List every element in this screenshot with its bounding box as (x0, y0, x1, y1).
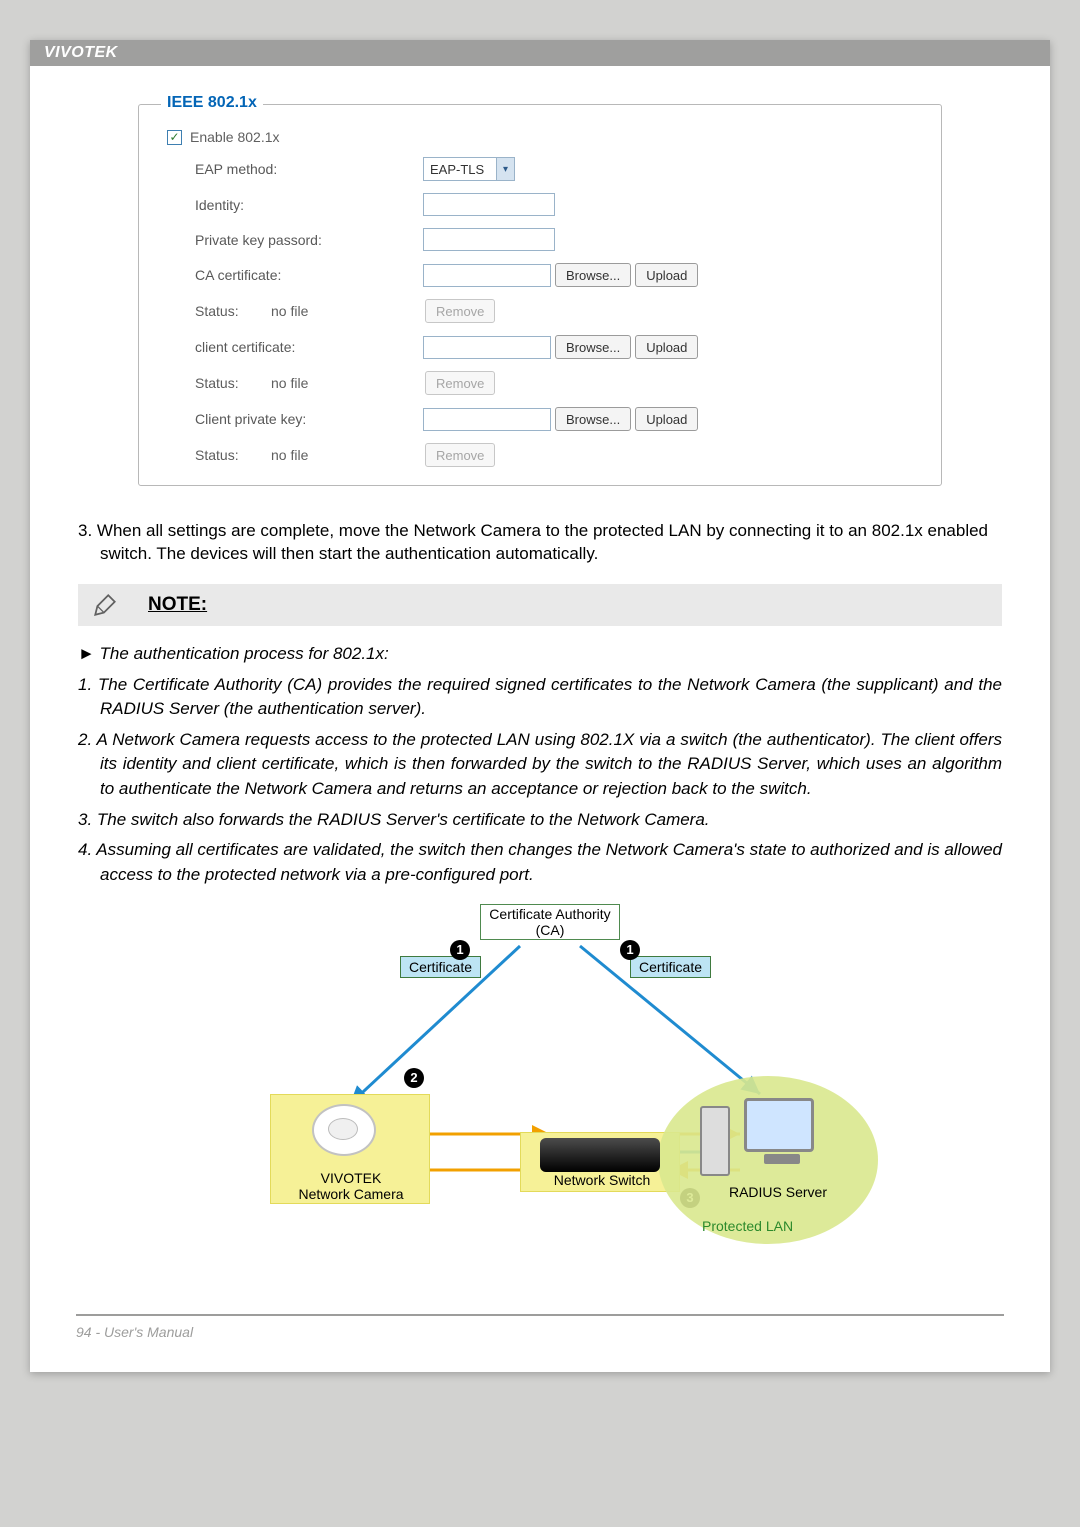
fieldset-legend: IEEE 802.1x (161, 94, 263, 112)
client-certificate-path-input[interactable] (423, 336, 551, 359)
eap-method-label: EAP method: (195, 161, 423, 177)
client-pk-status-value: no file (271, 447, 421, 463)
diagram-step-1a: 1 (450, 940, 470, 960)
settings-panel: IEEE 802.1x ✓ Enable 802.1x EAP method: … (78, 94, 1002, 510)
private-key-password-input[interactable] (423, 228, 555, 251)
page-header: VIVOTEK (30, 40, 1050, 66)
client-pk-remove-button[interactable]: Remove (425, 443, 495, 467)
footer-divider (76, 1314, 1004, 1316)
client-private-key-path-input[interactable] (423, 408, 551, 431)
eap-method-select[interactable]: EAP-TLS ▾ (423, 157, 515, 181)
enable-8021x-checkbox[interactable]: ✓ (167, 130, 182, 145)
note-heading: NOTE: (148, 594, 207, 616)
client-cert-status-value: no file (271, 375, 421, 391)
ca-remove-button[interactable]: Remove (425, 299, 495, 323)
certificate-label-right: Certificate (630, 956, 711, 978)
identity-input[interactable] (423, 193, 555, 216)
protected-lan-caption: Protected LAN (702, 1218, 793, 1234)
ca-browse-button[interactable]: Browse... (555, 263, 631, 287)
private-key-password-label: Private key passord: (195, 232, 423, 248)
client-cert-browse-button[interactable]: Browse... (555, 335, 631, 359)
footer-text: 94 - User's Manual (30, 1322, 1050, 1342)
certificate-label-left: Certificate (400, 956, 481, 978)
note-icon (92, 592, 118, 618)
diagram-step-2: 2 (404, 1068, 424, 1088)
eap-method-value: EAP-TLS (430, 162, 484, 177)
auth-step-1: 1. The Certificate Authority (CA) provid… (78, 673, 1002, 722)
ca-certificate-label: CA certificate: (195, 267, 423, 283)
switch-caption: Network Switch (538, 1172, 666, 1188)
note-box: NOTE: (78, 584, 1002, 626)
auth-step-4: 4. Assuming all certificates are validat… (78, 838, 1002, 887)
auth-diagram: Certificate Authority (CA) Certificate C… (220, 904, 860, 1244)
client-private-key-label: Client private key: (195, 411, 423, 427)
identity-label: Identity: (195, 197, 423, 213)
instruction-step-3: 3. When all settings are complete, move … (78, 520, 1002, 566)
chevron-down-icon: ▾ (496, 158, 514, 180)
ca-status-label: Status: (195, 303, 271, 319)
ca-upload-button[interactable]: Upload (635, 263, 698, 287)
client-cert-remove-button[interactable]: Remove (425, 371, 495, 395)
ca-status-value: no file (271, 303, 421, 319)
brand-label: VIVOTEK (44, 44, 118, 61)
server-tower-icon (700, 1106, 730, 1176)
auth-step-3: 3. The switch also forwards the RADIUS S… (78, 808, 1002, 833)
client-pk-status-label: Status: (195, 447, 271, 463)
camera-icon (312, 1104, 384, 1164)
client-cert-status-label: Status: (195, 375, 271, 391)
ca-label: Certificate Authority (CA) (480, 904, 620, 940)
network-switch-icon (540, 1138, 660, 1172)
ca-certificate-path-input[interactable] (423, 264, 551, 287)
enable-8021x-label: Enable 802.1x (190, 129, 280, 145)
client-certificate-label: client certificate: (195, 339, 423, 355)
client-cert-upload-button[interactable]: Upload (635, 335, 698, 359)
radius-caption: RADIUS Server (718, 1184, 838, 1200)
auth-intro: ► The authentication process for 802.1x: (78, 642, 1002, 667)
auth-step-2: 2. A Network Camera requests access to t… (78, 728, 1002, 802)
client-pk-upload-button[interactable]: Upload (635, 407, 698, 431)
camera-caption: VIVOTEK Network Camera (284, 1170, 418, 1202)
monitor-icon (736, 1098, 828, 1174)
auth-process-text: ► The authentication process for 802.1x:… (78, 642, 1002, 888)
diagram-step-1b: 1 (620, 940, 640, 960)
client-pk-browse-button[interactable]: Browse... (555, 407, 631, 431)
